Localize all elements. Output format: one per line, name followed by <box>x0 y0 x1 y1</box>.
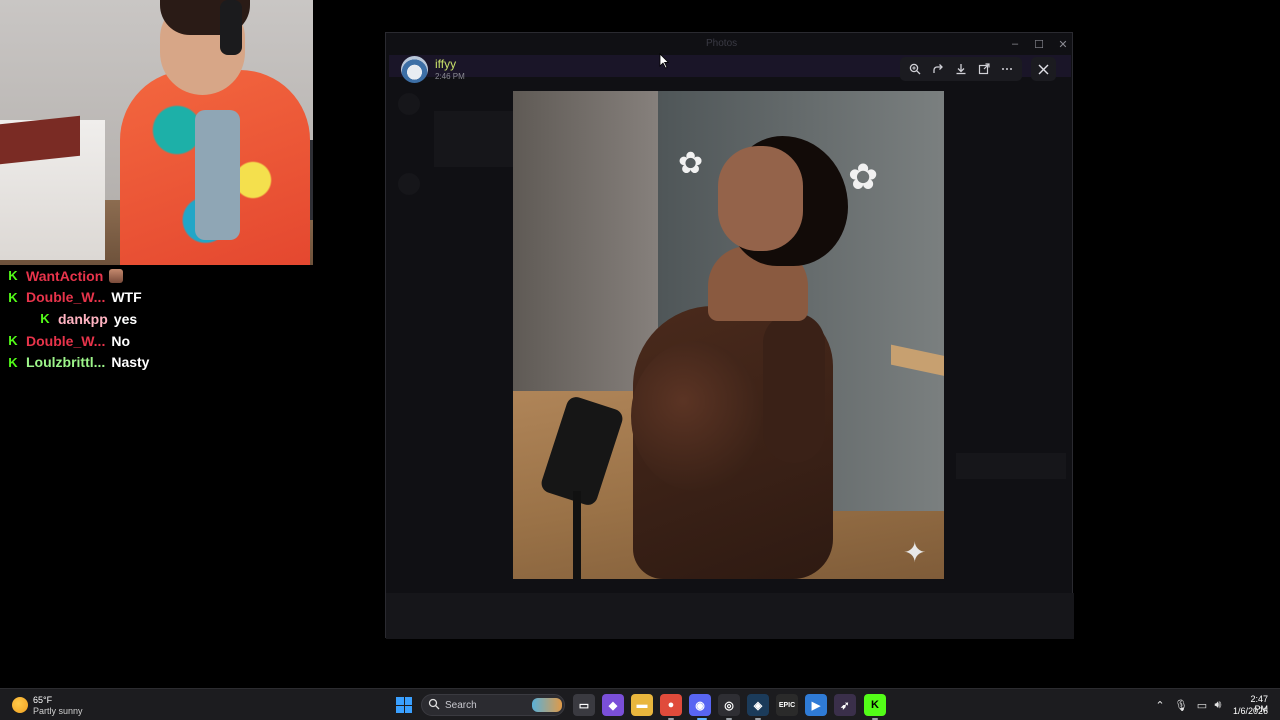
message-timestamp: 2:46 PM <box>435 72 465 81</box>
chat-message: K WantAction <box>6 265 306 287</box>
chat-username: dankpp <box>58 310 108 327</box>
kick-badge-icon: K <box>8 268 18 284</box>
weather-icon[interactable] <box>12 697 28 713</box>
search-icon <box>428 698 440 710</box>
microphone-icon[interactable]: 🎙︎ <box>1174 698 1188 712</box>
dimmed-server-icon <box>398 93 420 115</box>
clock-date[interactable]: 1/6/2026 <box>1230 706 1268 716</box>
chat-text: WTF <box>111 289 142 306</box>
dimmed-footer <box>386 593 1074 639</box>
file-explorer-icon[interactable]: ▬ <box>631 694 653 716</box>
window-title: Photos <box>706 38 738 49</box>
forward-icon[interactable] <box>929 60 947 78</box>
start-button[interactable] <box>396 697 412 713</box>
viewer-close-button[interactable] <box>1031 57 1056 81</box>
chat-username: Double_W... <box>26 332 106 349</box>
zoom-in-icon[interactable] <box>906 60 924 78</box>
chat-overlay: K WantAction K Double_W... WTF K dankpp … <box>6 265 306 373</box>
author-name[interactable]: iffyy <box>435 57 456 71</box>
dimmed-panel <box>434 111 514 167</box>
screen: K WantAction K Double_W... WTF K dankpp … <box>0 0 1280 720</box>
webcam-feed <box>0 0 313 265</box>
steam-icon[interactable]: ◈ <box>747 694 769 716</box>
kick-badge-icon: K <box>8 289 18 305</box>
volume-icon[interactable]: 🔊︎ <box>1211 698 1225 712</box>
dimmed-server-icon <box>398 173 420 195</box>
open-external-icon[interactable] <box>975 60 993 78</box>
kick-badge-icon: K <box>8 354 18 370</box>
weather-temperature[interactable]: 65°F <box>33 695 52 705</box>
chat-text: Nasty <box>111 354 150 371</box>
window-close-icon[interactable]: ✕ <box>1056 37 1070 51</box>
weather-description[interactable]: Partly sunny <box>33 706 83 716</box>
window-titlebar[interactable]: Photos – ☐ ✕ <box>386 33 1072 55</box>
more-icon[interactable] <box>998 60 1016 78</box>
maximize-icon[interactable]: ☐ <box>1032 37 1046 51</box>
chrome-icon[interactable]: ● <box>660 694 682 716</box>
network-icon[interactable]: ▭ <box>1195 698 1209 712</box>
dimmed-panel <box>956 453 1066 479</box>
epic-games-icon[interactable]: EPIC <box>776 694 798 716</box>
discord-icon[interactable]: ◉ <box>689 694 711 716</box>
chat-text: yes <box>113 310 138 327</box>
kick-icon[interactable]: K <box>864 694 886 716</box>
chat-username: Loulzbrittl... <box>26 354 106 371</box>
mouse-cursor-icon <box>659 53 669 69</box>
author-avatar[interactable] <box>401 56 428 83</box>
media-toolbar <box>900 57 1022 81</box>
media-image[interactable]: ✿ ✿ ✦ <box>513 91 944 579</box>
face-emote-icon <box>109 268 124 283</box>
obs-icon[interactable]: ◎ <box>718 694 740 716</box>
close-icon <box>1038 64 1049 74</box>
app-arrow-icon[interactable]: ➶ <box>834 694 856 716</box>
chat-username: Double_W... <box>26 289 106 306</box>
chat-message: K dankpp yes <box>6 308 306 330</box>
kick-badge-icon: K <box>8 333 18 349</box>
visual-studio-icon[interactable]: ▶ <box>805 694 827 716</box>
chat-text: No <box>111 332 131 349</box>
kick-badge-icon: K <box>40 311 50 327</box>
chat-message: K Double_W... No <box>6 330 306 352</box>
copilot-icon[interactable]: ◆ <box>602 694 624 716</box>
chat-message: K Loulzbrittl... Nasty <box>6 351 306 373</box>
search-label[interactable]: Search <box>445 700 477 711</box>
tray-chevron-up-icon[interactable]: ⌃ <box>1153 698 1167 712</box>
search-highlight-icon <box>532 698 562 712</box>
taskbar: 65°F Partly sunny Search ▭ ◆ ▬ ● ◉ ◎ ◈ E… <box>0 688 1280 720</box>
task-view-icon[interactable]: ▭ <box>573 694 595 716</box>
download-icon[interactable] <box>952 60 970 78</box>
chat-username: WantAction <box>26 267 104 284</box>
minimize-icon[interactable]: – <box>1008 37 1022 51</box>
chat-message: K Double_W... WTF <box>6 287 306 309</box>
sparkle-icon: ✦ <box>903 537 927 568</box>
